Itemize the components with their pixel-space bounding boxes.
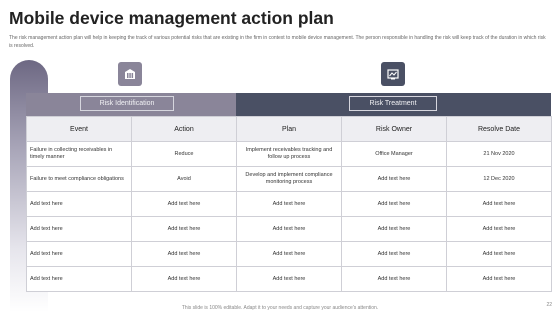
table-cell-risk-owner[interactable]: Add text here [341, 191, 447, 217]
table-cell-plan[interactable]: Add text here [236, 216, 342, 242]
table-row: Add text here Add text here Add text her… [26, 266, 552, 292]
table-cell-event[interactable]: Failure to meet compliance obligations [26, 166, 132, 192]
table-row: Add text here Add text here Add text her… [26, 191, 552, 217]
table-cell-risk-owner[interactable]: Office Manager [341, 141, 447, 167]
table-cell-event[interactable]: Add text here [26, 216, 132, 242]
table-cell-risk-owner[interactable]: Add text here [341, 216, 447, 242]
page-title: Mobile device management action plan [9, 8, 334, 28]
table-row: Add text here Add text here Add text her… [26, 241, 552, 267]
page-description: The risk management action plan will hel… [9, 35, 546, 49]
table-cell-risk-owner[interactable]: Add text here [341, 166, 447, 192]
action-plan-table: Event Action Plan Risk Owner Resolve Dat… [26, 116, 552, 292]
column-header-action: Action [131, 116, 237, 142]
table-cell-event[interactable]: Add text here [26, 191, 132, 217]
table-cell-plan[interactable]: Add text here [236, 191, 342, 217]
table-row: Failure in collecting receivables in tim… [26, 141, 552, 167]
table-cell-action[interactable]: Add text here [131, 191, 237, 217]
cell-text: Failure in collecting receivables in tim… [30, 147, 113, 160]
table-row: Failure to meet compliance obligations A… [26, 166, 552, 192]
column-header-plan: Plan [236, 116, 342, 142]
table-cell-event[interactable]: Add text here [26, 266, 132, 292]
footer-note: This slide is 100% editable. Adapt it to… [181, 305, 379, 311]
table-cell-risk-owner[interactable]: Add text here [341, 241, 447, 267]
table-cell-plan[interactable]: Implement receivables tracking and follo… [236, 141, 342, 167]
table-cell-action[interactable]: Avoid [131, 166, 237, 192]
table-cell-event[interactable]: Failure in collecting receivables in tim… [26, 141, 132, 167]
building-icon [118, 62, 142, 86]
table-cell-resolve-date[interactable]: Add text here [446, 266, 552, 292]
table-cell-action[interactable]: Add text here [131, 266, 237, 292]
cell-text: Failure to meet compliance obligations [30, 175, 124, 182]
column-header-event: Event [26, 116, 132, 142]
page-number: 22 [546, 302, 552, 308]
table-cell-action[interactable]: Add text here [131, 241, 237, 267]
cell-text: Develop and implement compliance monitor… [245, 172, 333, 185]
column-header-resolve-date: Resolve Date [446, 116, 552, 142]
table-cell-event[interactable]: Add text here [26, 241, 132, 267]
table-cell-action[interactable]: Add text here [131, 216, 237, 242]
table-header-row: Event Action Plan Risk Owner Resolve Dat… [26, 116, 552, 142]
column-header-risk-owner: Risk Owner [341, 116, 447, 142]
table-cell-action[interactable]: Reduce [131, 141, 237, 167]
table-cell-resolve-date[interactable]: 12 Dec 2020 [446, 166, 552, 192]
table-row: Add text here Add text here Add text her… [26, 216, 552, 242]
cell-text: Implement receivables tracking and follo… [245, 147, 333, 160]
risk-identification-label: Risk Identification [80, 96, 174, 111]
table-cell-plan[interactable]: Add text here [236, 241, 342, 267]
risk-treatment-label: Risk Treatment [349, 96, 437, 111]
table-cell-resolve-date[interactable]: Add text here [446, 216, 552, 242]
table-cell-resolve-date[interactable]: Add text here [446, 241, 552, 267]
table-cell-plan[interactable]: Develop and implement compliance monitor… [236, 166, 342, 192]
table-cell-risk-owner[interactable]: Add text here [341, 266, 447, 292]
table-cell-plan[interactable]: Add text here [236, 266, 342, 292]
risk-board-icon [381, 62, 405, 86]
table-cell-resolve-date[interactable]: 21 Nov 2020 [446, 141, 552, 167]
table-cell-resolve-date[interactable]: Add text here [446, 191, 552, 217]
